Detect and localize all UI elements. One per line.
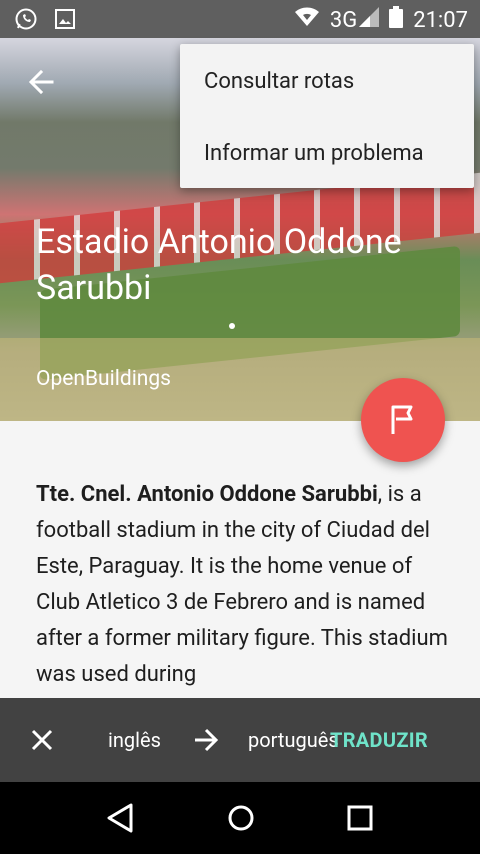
- whatsapp-icon: [14, 7, 38, 35]
- battery-icon: [389, 6, 404, 34]
- close-icon: [31, 729, 53, 751]
- report-flag-button[interactable]: [361, 378, 445, 462]
- menu-item-routes[interactable]: Consultar rotas: [204, 69, 354, 94]
- carousel-indicator: [229, 323, 235, 329]
- target-language[interactable]: português: [248, 728, 339, 752]
- overflow-menu: Consultar rotas Informar um problema: [180, 44, 474, 188]
- recents-icon[interactable]: [346, 802, 374, 838]
- wifi-icon: [294, 6, 320, 34]
- navigation-bar: [0, 782, 480, 854]
- network-type: 3G: [329, 7, 358, 33]
- source-language[interactable]: inglês: [108, 728, 161, 752]
- arrow-right-icon: [193, 727, 219, 757]
- flag-icon: [391, 405, 413, 434]
- home-icon[interactable]: [226, 802, 256, 838]
- article-bold-lead: Tte. Cnel. Antonio Oddone Sarubbi: [36, 482, 378, 507]
- signal-icon: [359, 7, 380, 33]
- image-icon: [54, 8, 76, 34]
- article-body: , is a football stadium in the city of C…: [36, 482, 448, 687]
- place-source[interactable]: OpenBuildings: [36, 367, 171, 391]
- back-button[interactable]: [22, 62, 62, 102]
- status-bar: 3G 21:07: [0, 0, 480, 38]
- place-title: Estadio Antonio Oddone Sarubbi: [36, 222, 402, 308]
- close-translate-button[interactable]: [28, 726, 56, 758]
- article-text: Tte. Cnel. Antonio Oddone Sarubbi, is a …: [36, 477, 452, 693]
- translate-button[interactable]: TRADUZIR: [330, 728, 428, 752]
- menu-item-report-problem[interactable]: Informar um problema: [204, 141, 424, 166]
- back-icon[interactable]: [106, 802, 134, 838]
- arrow-back-icon: [28, 69, 54, 95]
- translate-bar: inglês português TRADUZIR: [0, 698, 480, 782]
- status-time: 21:07: [413, 7, 468, 33]
